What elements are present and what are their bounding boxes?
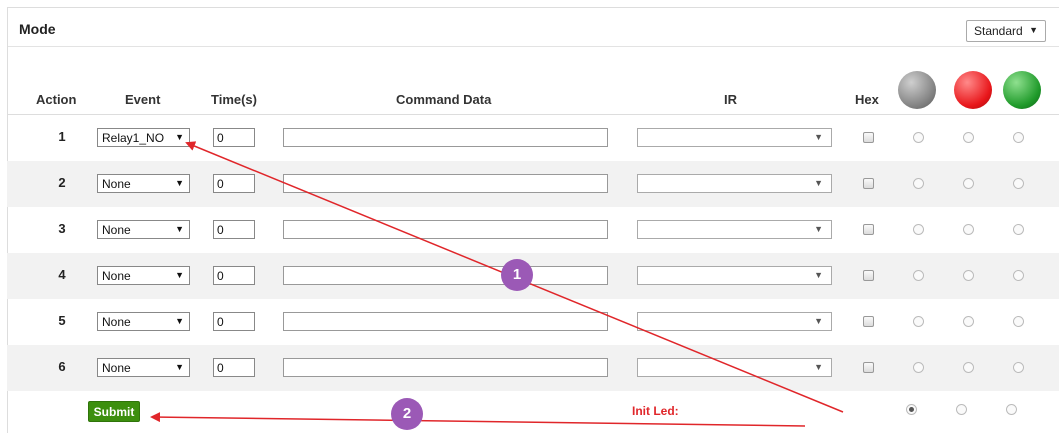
annotation-badge-2: 2 (391, 398, 423, 430)
annotation-badge-1: 1 (501, 259, 533, 291)
annotation-arrows (150, 141, 844, 427)
annotation-arrow-2 (150, 412, 806, 427)
